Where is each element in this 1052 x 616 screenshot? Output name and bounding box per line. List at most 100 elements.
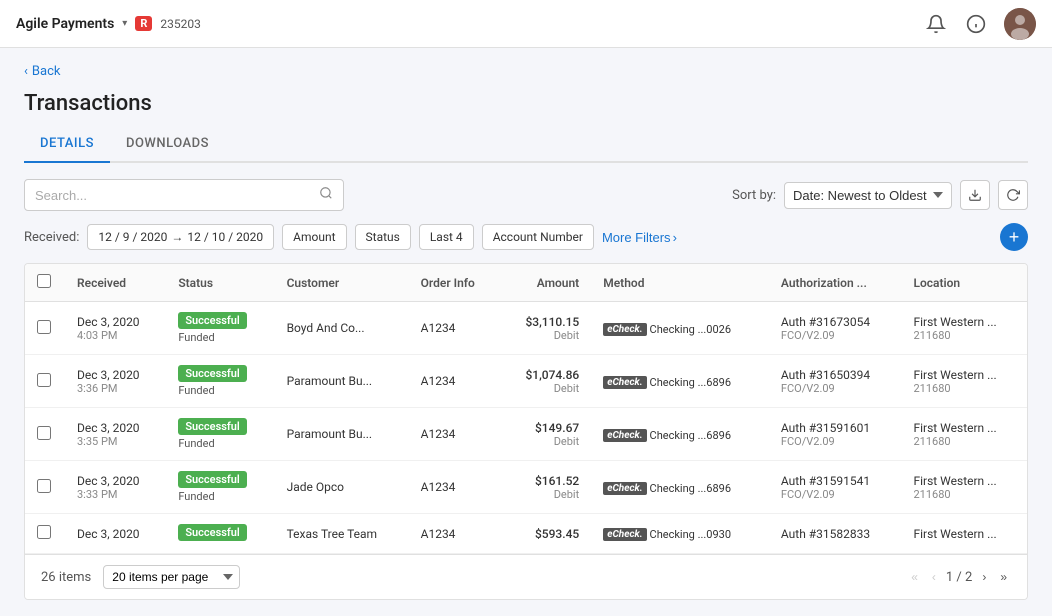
avatar[interactable]	[1004, 8, 1036, 40]
method-logo: eCheck. Checking ...0026	[603, 323, 731, 336]
received-time: 3:33 PM	[77, 488, 154, 501]
echeck-icon: eCheck.	[603, 376, 646, 389]
more-filters-btn[interactable]: More Filters ›	[602, 230, 677, 245]
notification-icon[interactable]	[924, 12, 948, 36]
per-page-select[interactable]: 10 items per page 20 items per page 50 i…	[103, 565, 240, 589]
echeck-icon: eCheck.	[603, 323, 646, 336]
tab-details[interactable]: DETAILS	[24, 128, 110, 163]
cell-location: First Western ... 211680	[901, 302, 1027, 355]
date-range-filter[interactable]: 12 / 9 / 2020 → 12 / 10 / 2020	[87, 224, 274, 250]
amount-value: $161.52	[512, 474, 579, 488]
page-title: Transactions	[24, 91, 1028, 116]
table-row: Dec 3, 2020 Successful Texas Tree Team A…	[25, 514, 1027, 554]
status-badge: Successful	[178, 524, 246, 541]
status-filter[interactable]: Status	[355, 224, 411, 250]
search-sort-row: Sort by: Date: Newest to Oldest Date: Ol…	[24, 179, 1028, 211]
received-date: Dec 3, 2020	[77, 474, 154, 488]
auth-number: Auth #31650394	[781, 368, 890, 382]
cell-customer: Texas Tree Team	[275, 514, 409, 554]
cell-amount: $1,074.86 Debit	[500, 355, 591, 408]
first-page-btn[interactable]: «	[907, 568, 922, 586]
received-date: Dec 3, 2020	[77, 315, 154, 329]
location-num: 211680	[913, 435, 1015, 448]
page-content: ‹ Back Transactions DETAILS DOWNLOADS So…	[0, 48, 1052, 616]
auth-sub: FCO/V2.09	[781, 329, 890, 342]
cell-status: Successful	[166, 514, 274, 554]
cell-order-info: A1234	[409, 302, 501, 355]
status-badge: Successful	[178, 312, 246, 329]
table-row: Dec 3, 2020 3:36 PM Successful Funded Pa…	[25, 355, 1027, 408]
amount-filter[interactable]: Amount	[282, 224, 346, 250]
amount-value: $3,110.15	[512, 315, 579, 329]
next-page-btn[interactable]: ›	[978, 568, 990, 586]
cell-auth: Auth #31673054 FCO/V2.09	[769, 302, 902, 355]
location-name: First Western ...	[913, 368, 1015, 382]
account-number: 235203	[160, 17, 200, 31]
info-icon[interactable]	[964, 12, 988, 36]
received-time: 3:35 PM	[77, 435, 154, 448]
date-from: 12 / 9 / 2020	[98, 230, 167, 244]
sort-select[interactable]: Date: Newest to Oldest Date: Oldest to N…	[784, 182, 952, 209]
cell-status: Successful Funded	[166, 408, 274, 461]
search-icon[interactable]	[319, 186, 333, 204]
cell-amount: $161.52 Debit	[500, 461, 591, 514]
method-detail: Checking ...6896	[650, 376, 731, 389]
auth-number: Auth #31591541	[781, 474, 890, 488]
location-num: 211680	[913, 488, 1015, 501]
method-logo: eCheck. Checking ...6896	[603, 376, 731, 389]
auth-sub: FCO/V2.09	[781, 435, 890, 448]
received-date: Dec 3, 2020	[77, 527, 154, 541]
tab-downloads[interactable]: DOWNLOADS	[110, 128, 225, 163]
cell-customer: Boyd And Co...	[275, 302, 409, 355]
col-status: Status	[166, 264, 274, 302]
method-detail: Checking ...6896	[650, 482, 731, 495]
cell-location: First Western ... 211680	[901, 408, 1027, 461]
status-badge: Successful	[178, 471, 246, 488]
items-count: 26 items	[41, 570, 91, 585]
add-transaction-btn[interactable]: +	[1000, 223, 1028, 251]
account-number-filter[interactable]: Account Number	[482, 224, 594, 250]
search-input[interactable]	[35, 188, 319, 203]
amount-type: Debit	[512, 435, 579, 448]
row-checkbox-cell	[25, 461, 65, 514]
app-dropdown-icon[interactable]: ▾	[122, 18, 127, 29]
auth-sub: FCO/V2.09	[781, 488, 890, 501]
method-detail: Checking ...0930	[650, 528, 731, 541]
amount-value: $149.67	[512, 421, 579, 435]
download-icon-btn[interactable]	[960, 180, 990, 210]
refresh-icon-btn[interactable]	[998, 180, 1028, 210]
cell-order-info: A1234	[409, 408, 501, 461]
cell-method: eCheck. Checking ...0930	[591, 514, 769, 554]
row-checkbox-cell	[25, 514, 65, 554]
col-received: Received	[65, 264, 166, 302]
cell-received: Dec 3, 2020 3:35 PM	[65, 408, 166, 461]
cell-received: Dec 3, 2020 3:36 PM	[65, 355, 166, 408]
echeck-icon: eCheck.	[603, 528, 646, 541]
row-checkbox[interactable]	[37, 426, 51, 440]
row-checkbox[interactable]	[37, 320, 51, 334]
back-link[interactable]: ‹ Back	[24, 64, 1028, 79]
cell-method: eCheck. Checking ...6896	[591, 461, 769, 514]
amount-type: Debit	[512, 488, 579, 501]
select-all-checkbox[interactable]	[37, 274, 51, 288]
row-checkbox[interactable]	[37, 479, 51, 493]
prev-page-btn[interactable]: ‹	[928, 568, 940, 586]
page-info: 1 / 2	[946, 570, 972, 585]
row-checkbox[interactable]	[37, 373, 51, 387]
method-logo: eCheck. Checking ...6896	[603, 482, 731, 495]
row-checkbox[interactable]	[37, 525, 51, 539]
transactions-table-wrapper: Received Status Customer Order Info Amou…	[24, 263, 1028, 600]
last-page-btn[interactable]: »	[996, 568, 1011, 586]
col-order-info: Order Info	[409, 264, 501, 302]
status-sub: Funded	[178, 331, 262, 344]
search-box	[24, 179, 344, 211]
row-checkbox-cell	[25, 302, 65, 355]
last4-filter[interactable]: Last 4	[419, 224, 474, 250]
table-header-row: Received Status Customer Order Info Amou…	[25, 264, 1027, 302]
cell-auth: Auth #31591541 FCO/V2.09	[769, 461, 902, 514]
cell-method: eCheck. Checking ...0026	[591, 302, 769, 355]
cell-status: Successful Funded	[166, 302, 274, 355]
method-logo: eCheck. Checking ...6896	[603, 429, 731, 442]
back-label: Back	[32, 64, 61, 79]
table-row: Dec 3, 2020 3:35 PM Successful Funded Pa…	[25, 408, 1027, 461]
